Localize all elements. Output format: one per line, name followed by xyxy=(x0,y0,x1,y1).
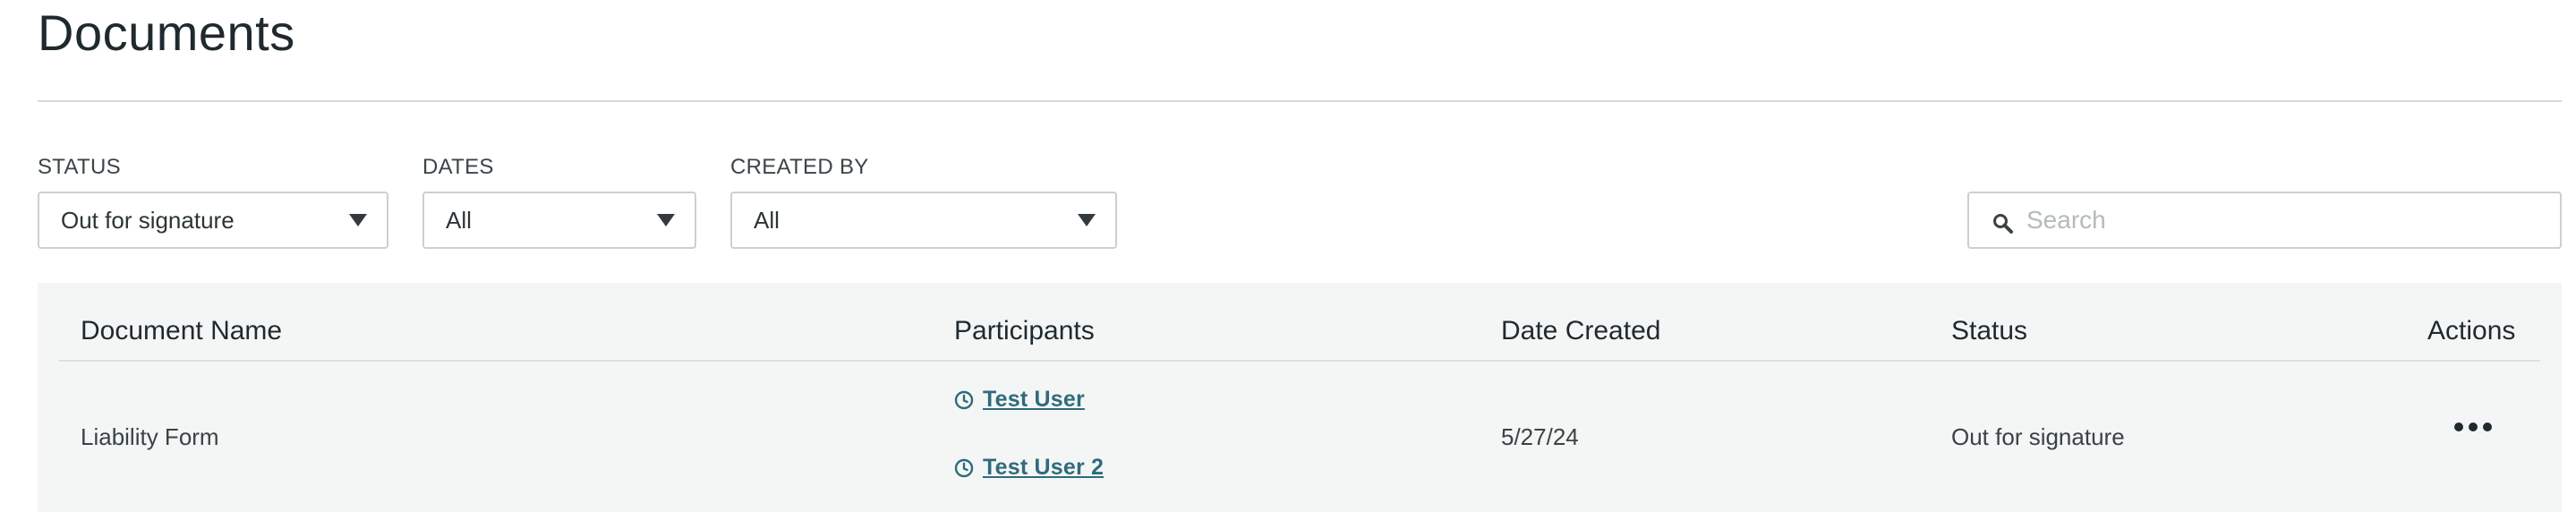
dates-filter-label: DATES xyxy=(422,155,494,179)
participant-link[interactable]: Test User xyxy=(983,387,1085,413)
column-header-participants[interactable]: Participants xyxy=(954,315,1095,347)
documents-page: Documents STATUS Out for signature DATES… xyxy=(0,0,2576,512)
header-divider xyxy=(59,360,2540,362)
created-by-filter-select[interactable]: All xyxy=(730,192,1117,249)
clock-icon xyxy=(954,458,974,477)
date-created-cell: 5/27/24 xyxy=(1501,423,1579,450)
column-header-document-name[interactable]: Document Name xyxy=(81,315,282,347)
chevron-down-icon xyxy=(657,214,675,226)
status-cell: Out for signature xyxy=(1951,423,2125,450)
page-title: Documents xyxy=(38,4,295,61)
document-name-cell[interactable]: Liability Form xyxy=(81,422,219,451)
column-header-status[interactable]: Status xyxy=(1951,315,2027,347)
participant-link[interactable]: Test User 2 xyxy=(983,455,1104,481)
status-filter-label: STATUS xyxy=(38,155,121,179)
clock-icon xyxy=(954,390,974,409)
column-header-actions: Actions xyxy=(2427,316,2516,346)
column-header-date-created[interactable]: Date Created xyxy=(1501,315,1660,347)
dates-filter-value: All xyxy=(446,206,472,234)
participant-item[interactable]: Test User 2 xyxy=(954,455,1104,481)
chevron-down-icon xyxy=(349,214,367,226)
created-by-filter-value: All xyxy=(754,206,780,234)
chevron-down-icon xyxy=(1078,214,1096,226)
dates-filter-select[interactable]: All xyxy=(422,192,696,249)
title-divider xyxy=(38,100,2562,102)
dot xyxy=(2469,422,2478,431)
dot xyxy=(2454,422,2463,431)
documents-table xyxy=(38,283,2562,512)
search-input[interactable] xyxy=(2026,193,2546,247)
dot xyxy=(2483,422,2492,431)
participant-item[interactable]: Test User xyxy=(954,387,1085,413)
more-horizontal-icon[interactable] xyxy=(2454,422,2492,431)
created-by-filter-label: CREATED BY xyxy=(730,155,869,179)
status-filter-value: Out for signature xyxy=(61,206,235,234)
search-box[interactable] xyxy=(1967,192,2562,249)
status-filter-select[interactable]: Out for signature xyxy=(38,192,388,249)
search-icon xyxy=(1993,214,2013,234)
